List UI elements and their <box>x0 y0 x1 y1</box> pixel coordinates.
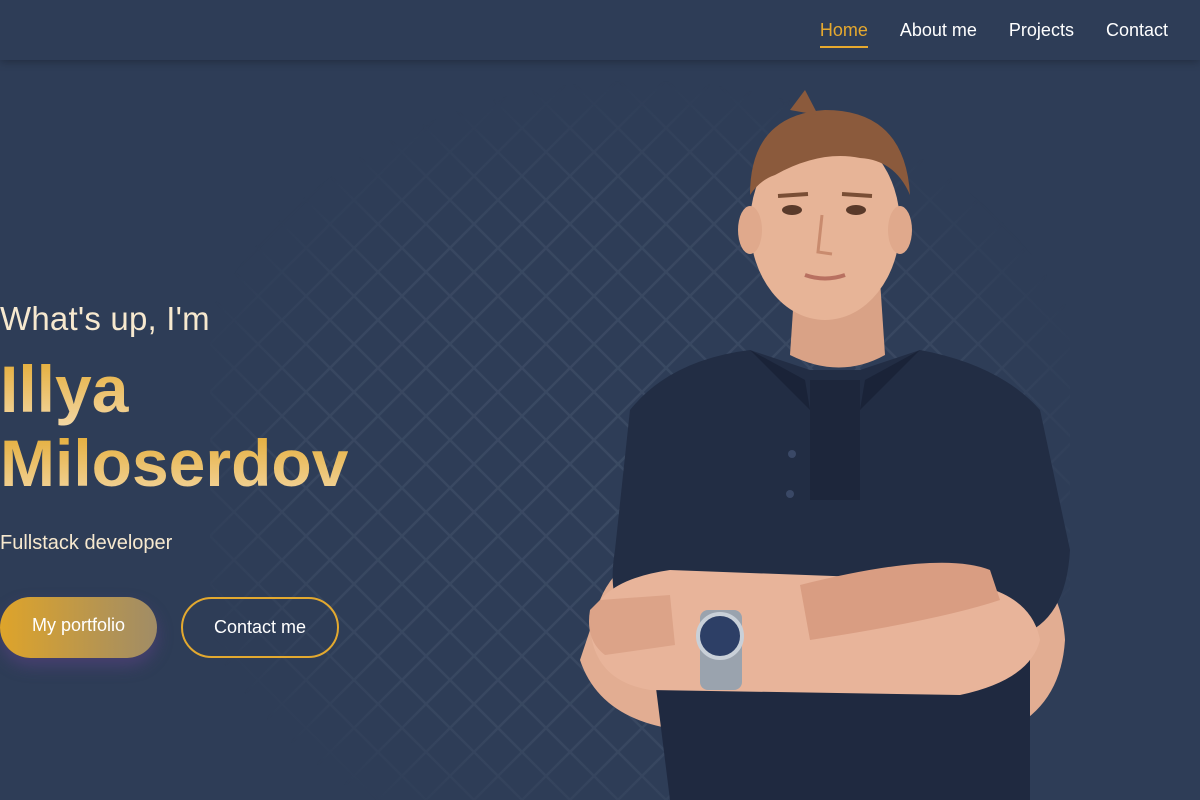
nav-links: Home About me Projects Contact <box>819 0 1168 60</box>
hero-last-name: Miloserdov <box>0 426 349 500</box>
hero-buttons: My portfolio Contact me <box>0 597 348 658</box>
page: Home About me Projects Contact What's up… <box>0 0 1200 800</box>
contact-me-button[interactable]: Contact me <box>181 597 339 658</box>
hero-first-name: Illya <box>0 352 348 426</box>
nav-link-about[interactable]: About me <box>900 0 977 60</box>
nav-link-projects[interactable]: Projects <box>1009 0 1074 60</box>
top-navbar: Home About me Projects Contact <box>0 0 1200 60</box>
hero-greeting: What's up, I'm <box>0 300 210 337</box>
hero-role: Fullstack developer <box>0 532 173 554</box>
my-portfolio-button[interactable]: My portfolio <box>0 597 157 658</box>
nav-link-home[interactable]: Home <box>819 0 868 60</box>
profile-photo <box>580 90 1070 800</box>
nav-link-contact[interactable]: Contact <box>1106 0 1168 60</box>
hero-section: What's up, I'm Illya Miloserdov Fullstac… <box>0 300 348 658</box>
